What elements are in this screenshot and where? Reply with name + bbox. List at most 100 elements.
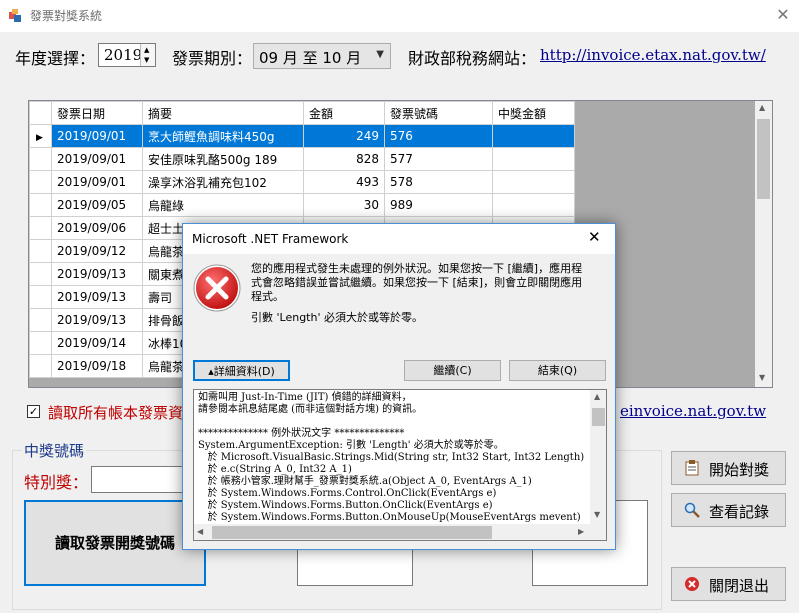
- row-header[interactable]: [29, 262, 52, 286]
- start-compare-label: 開始對獎: [709, 461, 770, 479]
- table-cell-date[interactable]: 2019/09/05: [51, 193, 143, 217]
- table-cell-date[interactable]: 2019/09/01: [51, 124, 143, 148]
- row-header[interactable]: [29, 285, 52, 309]
- year-spinner[interactable]: 2019 ▲ ▼: [98, 43, 156, 67]
- column-header[interactable]: 發票日期: [51, 101, 143, 125]
- exit-button[interactable]: 關閉退出: [671, 567, 786, 601]
- year-spin-buttons[interactable]: ▲ ▼: [140, 44, 155, 66]
- window-title: 發票對獎系統: [30, 9, 103, 23]
- scroll-thumb[interactable]: [757, 119, 770, 199]
- table-cell-item[interactable]: 烹大師鰹魚調味料450g: [142, 124, 304, 148]
- column-header[interactable]: 發票號碼: [384, 101, 493, 125]
- scroll-thumb[interactable]: [592, 408, 605, 426]
- table-cell-date[interactable]: 2019/09/14: [51, 331, 143, 355]
- table-row[interactable]: 2019/09/05 烏龍綠 30 989: [29, 193, 575, 217]
- table-cell-item[interactable]: 澡享沐浴乳補充包102: [142, 170, 304, 194]
- row-header[interactable]: [29, 331, 52, 355]
- dialog-error-message: 引數 'Length' 必須大於或等於零。: [251, 311, 423, 324]
- close-window-button[interactable]: ✕: [771, 3, 795, 27]
- table-cell-date[interactable]: 2019/09/01: [51, 170, 143, 194]
- period-select[interactable]: 09 月 至 10 月 ▼: [253, 43, 391, 69]
- column-header[interactable]: 中獎金額: [492, 101, 575, 125]
- chevron-down-icon[interactable]: ▼: [376, 49, 384, 60]
- view-history-label: 查看記錄: [709, 503, 770, 521]
- table-cell-date[interactable]: 2019/09/13: [51, 308, 143, 332]
- row-header[interactable]: ▶: [29, 124, 52, 148]
- details-vertical-scrollbar[interactable]: ▲ ▼: [590, 390, 606, 524]
- table-cell-date[interactable]: 2019/09/18: [51, 354, 143, 378]
- row-header[interactable]: [29, 193, 52, 217]
- scroll-down-icon[interactable]: ▼: [759, 373, 765, 382]
- app-icon: [9, 9, 21, 22]
- scroll-right-icon[interactable]: ▶: [578, 527, 584, 536]
- scroll-thumb[interactable]: [212, 526, 492, 539]
- clipboard-icon: [685, 460, 699, 476]
- scroll-up-icon[interactable]: ▲: [594, 392, 600, 401]
- continue-button[interactable]: 繼續(C): [404, 360, 501, 381]
- table-cell-date[interactable]: 2019/09/01: [51, 147, 143, 171]
- table-cell-prize[interactable]: [492, 147, 575, 171]
- spin-up-icon[interactable]: ▲: [144, 46, 149, 54]
- scroll-up-icon[interactable]: ▲: [759, 103, 765, 112]
- dialog-title-bar: Microsoft .NET Framework ✕: [183, 224, 615, 254]
- table-cell-number[interactable]: 577: [384, 147, 493, 171]
- spin-down-icon[interactable]: ▼: [144, 56, 149, 64]
- table-cell-amount[interactable]: 249: [303, 124, 385, 148]
- magnifier-icon: [684, 502, 700, 518]
- row-header-corner: [29, 101, 52, 125]
- einvoice-link[interactable]: einvoice.nat.gov.tw: [620, 402, 766, 420]
- mof-website-link[interactable]: http://invoice.etax.nat.gov.tw/: [540, 46, 766, 64]
- column-header[interactable]: 金額: [303, 101, 385, 125]
- row-header[interactable]: [29, 170, 52, 194]
- grid-vertical-scrollbar[interactable]: ▲ ▼: [755, 101, 772, 387]
- table-cell-prize[interactable]: [492, 170, 575, 194]
- prize-group-title: 中獎號碼: [22, 440, 87, 461]
- column-header[interactable]: 摘要: [142, 101, 304, 125]
- table-cell-prize[interactable]: [492, 124, 575, 148]
- period-value[interactable]: 09 月 至 10 月: [259, 47, 361, 68]
- table-cell-number[interactable]: 578: [384, 170, 493, 194]
- table-row[interactable]: 2019/09/01 澡享沐浴乳補充包102 493 578: [29, 170, 575, 194]
- quit-button[interactable]: 結束(Q): [509, 360, 606, 381]
- read-all-label[interactable]: 讀取所有帳本發票資: [48, 402, 183, 423]
- scroll-left-icon[interactable]: ◀: [197, 527, 203, 536]
- dialog-close-button[interactable]: ✕: [588, 228, 601, 246]
- table-cell-date[interactable]: 2019/09/13: [51, 262, 143, 286]
- read-all-checkbox[interactable]: ✓: [27, 405, 40, 418]
- details-button[interactable]: ▴詳細資料(D): [193, 360, 290, 381]
- table-cell-amount[interactable]: 828: [303, 147, 385, 171]
- row-header[interactable]: [29, 308, 52, 332]
- mof-label: 財政部稅務網站：: [408, 49, 537, 68]
- read-winning-numbers-button[interactable]: 讀取發票開獎號碼: [24, 500, 206, 586]
- table-cell-prize[interactable]: [492, 193, 575, 217]
- details-textbox[interactable]: 如需叫用 Just-In-Time (JIT) 偵錯的詳細資料， 請參閱本訊息結…: [193, 389, 607, 541]
- table-row[interactable]: 2019/09/01 安佳原味乳酪500g 189 828 577: [29, 147, 575, 171]
- row-header[interactable]: [29, 216, 52, 240]
- table-row[interactable]: ▶ 2019/09/01 烹大師鰹魚調味料450g 249 576: [29, 124, 575, 148]
- close-circle-icon: [685, 577, 699, 591]
- table-header-row: 發票日期 摘要 金額 發票號碼 中獎金額: [29, 101, 575, 125]
- row-header[interactable]: [29, 354, 52, 378]
- table-cell-item[interactable]: 安佳原味乳酪500g 189: [142, 147, 304, 171]
- view-history-button[interactable]: 查看記錄: [671, 493, 786, 527]
- table-cell-amount[interactable]: 30: [303, 193, 385, 217]
- details-horizontal-scrollbar[interactable]: ◀ ▶: [194, 524, 606, 540]
- table-cell-date[interactable]: 2019/09/12: [51, 239, 143, 263]
- table-cell-item[interactable]: 烏龍綠: [142, 193, 304, 217]
- title-bar: 發票對獎系統 ✕: [0, 0, 799, 32]
- row-header[interactable]: [29, 147, 52, 171]
- current-row-marker-icon: ▶: [36, 133, 43, 143]
- row-header[interactable]: [29, 239, 52, 263]
- start-compare-button[interactable]: 開始對獎: [671, 451, 786, 485]
- scroll-down-icon[interactable]: ▼: [594, 510, 600, 519]
- table-cell-date[interactable]: 2019/09/06: [51, 216, 143, 240]
- table-cell-amount[interactable]: 493: [303, 170, 385, 194]
- dialog-message: 您的應用程式發生未處理的例外狀況。如果您按一下 [繼續]，應用程式會忽略錯誤並嘗…: [251, 262, 583, 303]
- special-prize-label: 特別獎：: [24, 473, 89, 492]
- table-cell-number[interactable]: 576: [384, 124, 493, 148]
- exit-label: 關閉退出: [709, 577, 770, 595]
- year-value[interactable]: 2019: [104, 46, 142, 64]
- table-cell-date[interactable]: 2019/09/13: [51, 285, 143, 309]
- table-cell-number[interactable]: 989: [384, 193, 493, 217]
- dialog-title: Microsoft .NET Framework: [192, 232, 349, 246]
